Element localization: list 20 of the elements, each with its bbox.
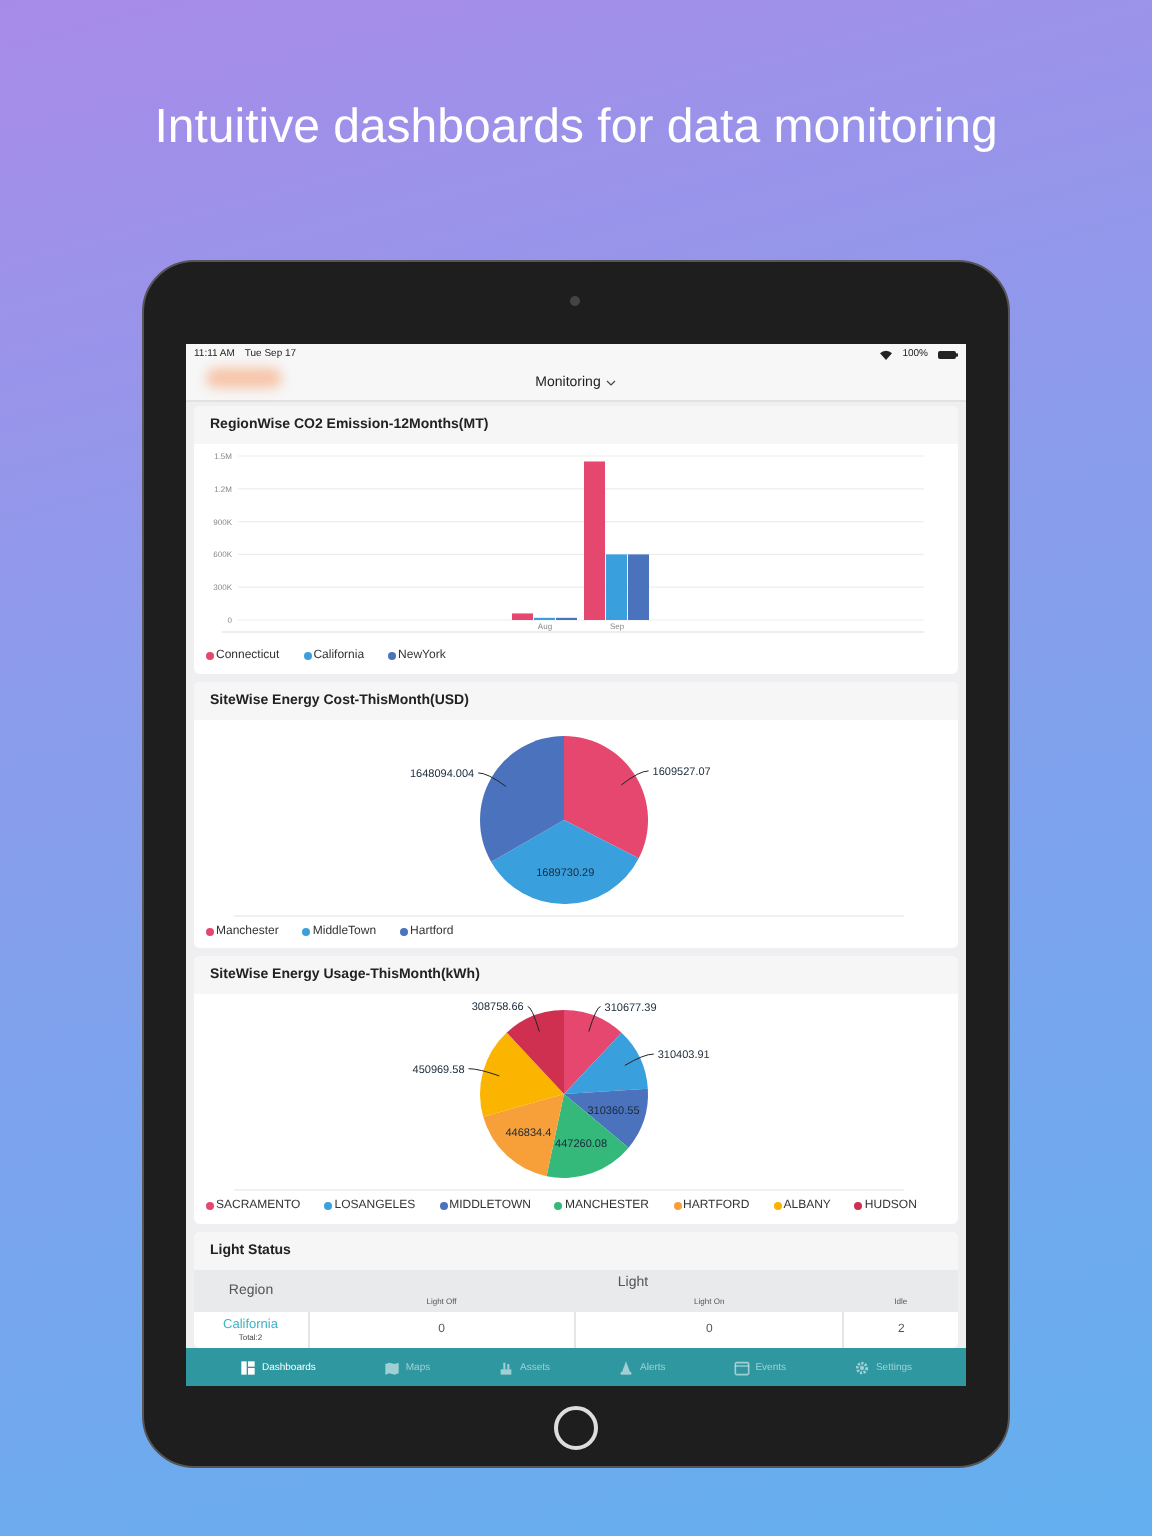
tab-icon	[498, 1359, 515, 1375]
wifi-icon	[880, 349, 893, 359]
leader-line	[527, 1006, 540, 1033]
tab-icon	[618, 1359, 634, 1375]
leader-line	[624, 1054, 655, 1067]
tab-icon	[733, 1359, 750, 1375]
tab-icon	[239, 1359, 256, 1375]
leader-line	[588, 1006, 602, 1033]
home-button[interactable]	[554, 1406, 598, 1450]
tab-icon	[853, 1359, 870, 1375]
tab-icon	[383, 1359, 400, 1375]
chevron-down-icon	[606, 379, 617, 385]
bar	[628, 554, 649, 620]
headline: Intuitive dashboards for data monitoring	[154, 100, 998, 158]
blurred-logo	[206, 368, 282, 388]
leader-line	[468, 1069, 500, 1078]
leader-line	[477, 771, 507, 787]
leader-line	[620, 769, 650, 785]
camera-icon	[570, 296, 580, 306]
battery-icon	[938, 349, 958, 359]
